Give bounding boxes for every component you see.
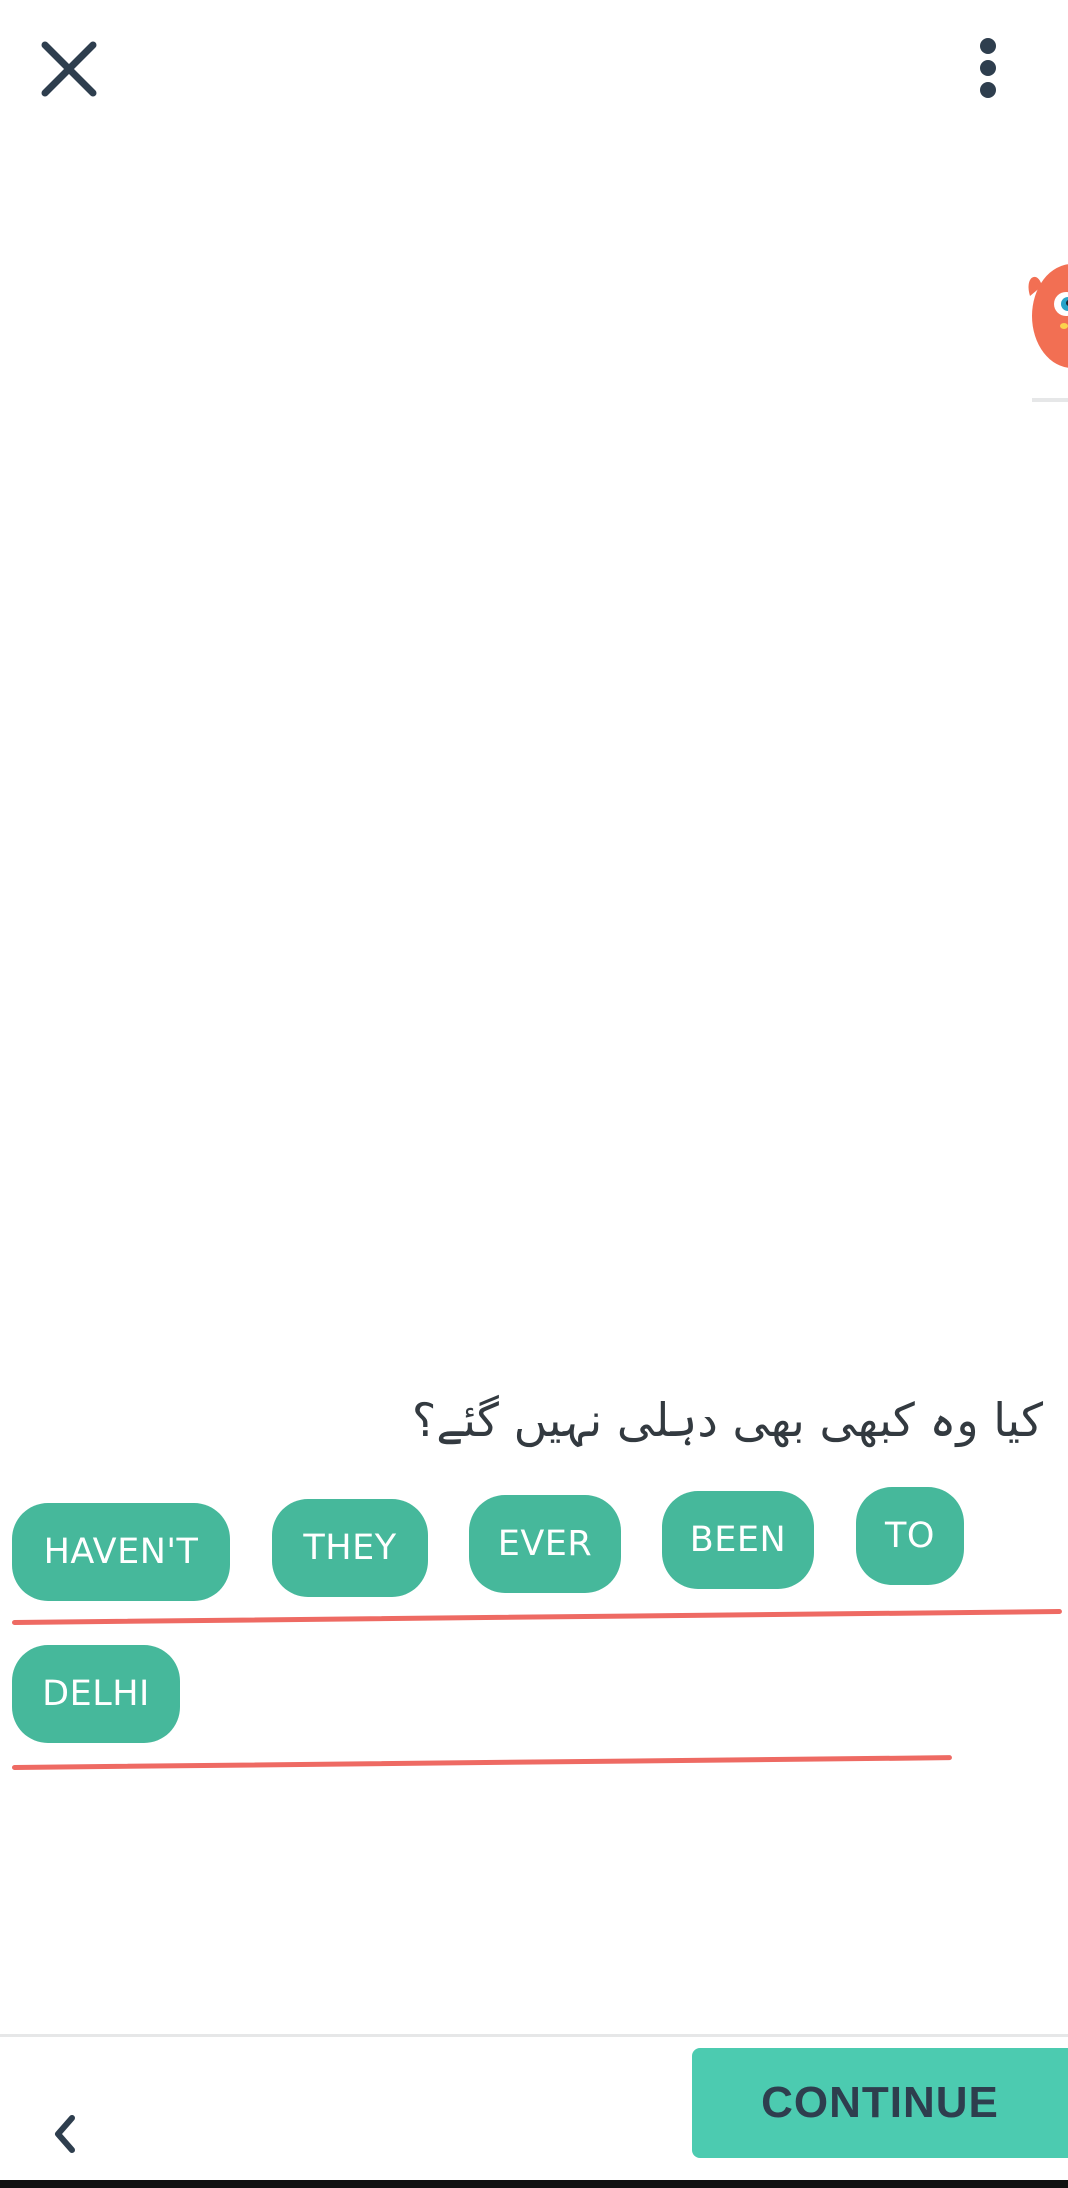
mascot-character [1024,256,1068,406]
more-options-button[interactable] [962,36,1014,100]
prompt-sentence-area: کیا وہ کبھی بھی دہلی نہیں گئے؟ [0,1380,1068,1460]
close-button[interactable] [30,30,108,108]
mascot-icon [1028,264,1068,402]
more-vertical-icon [980,38,996,98]
answer-chip-been[interactable]: BEEN [662,1491,814,1589]
answer-chip-havent[interactable]: HAVEN'T [12,1503,230,1601]
answer-chip-delhi[interactable]: DELHI [12,1645,180,1743]
answer-chip-they[interactable]: THEY [272,1499,428,1597]
footer-divider [0,2034,1068,2037]
answer-line-2 [11,1755,952,1770]
continue-button[interactable]: CONTINUE [692,2048,1068,2158]
prompt-sentence: کیا وہ کبھی بھی دہلی نہیں گئے؟ [411,1393,1043,1447]
back-button[interactable] [40,2100,92,2168]
bottom-bar [0,2180,1068,2188]
answer-chip-ever[interactable]: EVER [469,1495,621,1593]
answer-line-1 [11,1609,1062,1625]
answer-chip-to[interactable]: TO [856,1487,964,1585]
close-icon [41,41,97,97]
chevron-left-icon [55,2115,75,2153]
